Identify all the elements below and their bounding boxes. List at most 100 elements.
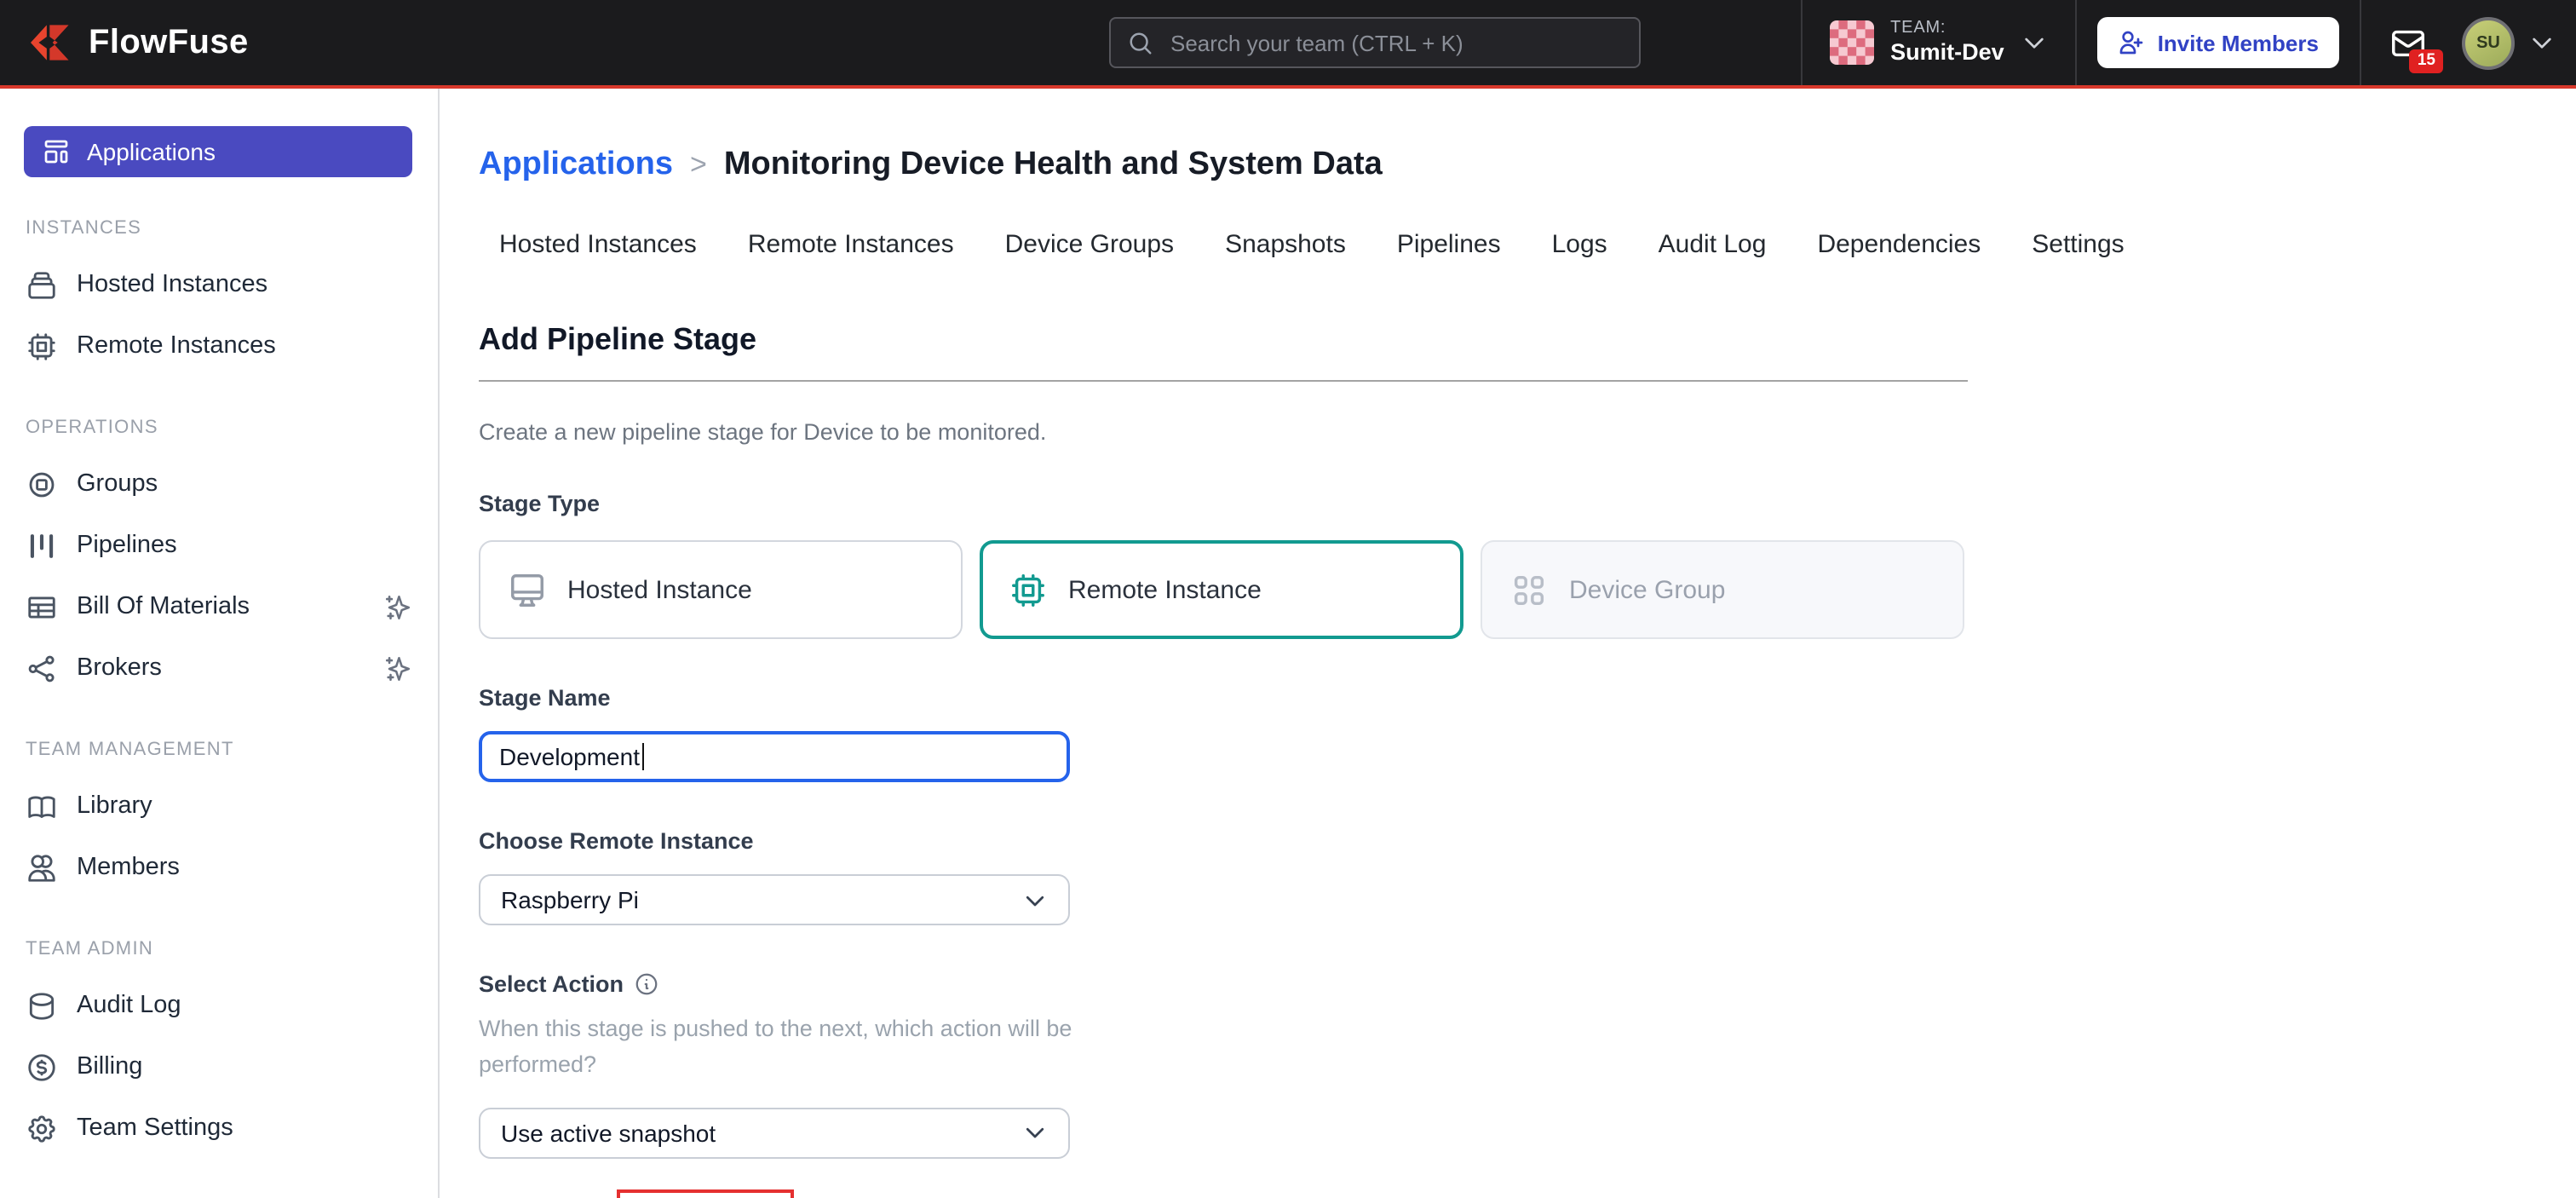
team-name: Sumit-Dev [1890,39,2004,66]
action-value: Use active snapshot [501,1120,716,1147]
sidebar-item-team-settings[interactable]: Team Settings [0,1097,438,1159]
search-icon [1128,30,1153,55]
sidebar-item-label: Pipelines [77,532,177,559]
invite-members-button[interactable]: Invite Members [2098,17,2339,68]
sidebar-item-label: Members [77,854,180,881]
sidebar-item-library[interactable]: Library [0,775,438,837]
brokers-icon [26,652,58,684]
sidebar-section-operations: OPERATIONS [26,418,438,438]
annotation-highlight-box [617,1189,794,1198]
sidebar-item-label: Audit Log [77,992,181,1019]
tab-hosted-instances[interactable]: Hosted Instances [499,230,697,259]
pipelines-icon [26,529,58,562]
sidebar-item-pipelines[interactable]: Pipelines [0,515,438,576]
invite-members-label: Invite Members [2158,30,2319,55]
sidebar-item-label: Groups [77,470,158,498]
notifications-button[interactable]: 15 [2361,23,2455,62]
audit-log-icon [26,989,58,1022]
stage-type-remote-instance[interactable]: Remote Instance [980,540,1463,639]
select-action-label: Select Action [479,971,624,997]
remote-instances-icon [26,330,58,362]
sidebar-item-label: Hosted Instances [77,271,267,298]
tab-pipelines[interactable]: Pipelines [1397,230,1501,259]
sparkles-icon [383,592,412,621]
sidebar-section-team-management: TEAM MANAGEMENT [26,740,438,760]
sidebar-item-audit-log[interactable]: Audit Log [0,975,438,1036]
sidebar-item-label: Applications [87,138,216,165]
tab-remote-instances[interactable]: Remote Instances [748,230,954,259]
team-search-box[interactable] [1109,17,1641,68]
remote-instance-label: Choose Remote Instance [479,828,1968,854]
brand-name: FlowFuse [89,23,249,62]
brand-home-link[interactable]: FlowFuse [0,22,249,63]
hosted-instance-card-icon [508,570,547,609]
form-title: Add Pipeline Stage [479,322,1968,358]
action-select[interactable]: Use active snapshot [479,1108,1070,1159]
chevron-down-icon [1022,887,1048,913]
tab-device-groups[interactable]: Device Groups [1005,230,1174,259]
stage-type-label: Stage Type [479,491,1968,516]
library-icon [26,790,58,822]
remote-instance-card-icon [1009,570,1048,609]
sidebar-section-team-admin: TEAM ADMIN [26,939,438,959]
applications-icon [41,136,72,167]
user-avatar[interactable]: SU [2462,16,2515,69]
sidebar-item-members[interactable]: Members [0,837,438,898]
tab-settings[interactable]: Settings [2032,230,2124,259]
stage-type-hosted-instance[interactable]: Hosted Instance [479,540,963,639]
team-selector[interactable]: TEAM: Sumit-Dev [1800,0,2078,85]
info-icon[interactable] [634,971,659,997]
tab-dependencies[interactable]: Dependencies [1817,230,1981,259]
stage-type-option-label: Remote Instance [1068,575,1262,604]
members-icon [26,851,58,884]
app-window: FlowFuse [0,0,2576,1198]
sidebar-item-applications[interactable]: Applications [24,126,412,177]
chevron-down-icon [2021,29,2049,56]
sidebar-section-instances: INSTANCES [26,218,438,239]
sidebar-item-label: Brokers [77,654,162,682]
billing-icon [26,1051,58,1083]
user-add-icon [2119,29,2146,56]
flowfuse-logo-icon [27,22,75,63]
select-action-help: When this stage is pushed to the next, w… [479,1012,1078,1084]
text-cursor [641,743,644,770]
stage-name-label: Stage Name [479,685,1968,711]
breadcrumb: Applications > Monitoring Device Health … [479,147,2576,184]
add-pipeline-stage-form: Add Pipeline Stage Create a new pipeline… [479,322,1968,1198]
team-info: TEAM: Sumit-Dev [1890,20,2004,66]
chevron-down-icon [1022,1120,1048,1146]
user-menu-chevron-icon[interactable] [2528,29,2556,56]
sidebar-item-label: Bill Of Materials [77,593,250,620]
tab-snapshots[interactable]: Snapshots [1225,230,1346,259]
search-input[interactable] [1167,28,1622,57]
sidebar-item-groups[interactable]: Groups [0,453,438,515]
groups-icon [26,468,58,500]
stage-name-value: Development [499,743,640,770]
divider [479,380,1968,382]
remote-instance-value: Raspberry Pi [501,886,639,913]
device-group-card-icon [1509,570,1549,609]
sidebar-item-hosted-instances[interactable]: Hosted Instances [0,254,438,315]
navbar-right-cluster: TEAM: Sumit-Dev Invite Members 15 SU [1800,0,2576,85]
form-description: Create a new pipeline stage for Device t… [479,419,1968,445]
breadcrumb-applications-link[interactable]: Applications [479,147,673,184]
remote-instance-select[interactable]: Raspberry Pi [479,874,1070,925]
sidebar-item-billing[interactable]: Billing [0,1036,438,1097]
sidebar-item-bill-of-materials[interactable]: Bill Of Materials [0,576,438,637]
stage-type-option-label: Hosted Instance [567,575,752,604]
team-avatar [1829,20,1873,65]
sparkles-icon [383,654,412,683]
tab-logs[interactable]: Logs [1552,230,1607,259]
bill-of-materials-icon [26,590,58,623]
tab-audit-log[interactable]: Audit Log [1659,230,1767,259]
sidebar-item-brokers[interactable]: Brokers [0,637,438,699]
stage-type-options: Hosted Instance Remote Instance Device G… [479,540,1968,639]
hosted-instances-icon [26,268,58,301]
sidebar-item-label: Remote Instances [77,332,276,360]
stage-name-input[interactable]: Development [479,731,1070,782]
page-title: Monitoring Device Health and System Data [724,147,1383,184]
sidebar-item-label: Billing [77,1053,142,1080]
sidebar-item-remote-instances[interactable]: Remote Instances [0,315,438,377]
team-label: TEAM: [1890,20,2004,39]
notification-badge: 15 [2410,49,2443,72]
